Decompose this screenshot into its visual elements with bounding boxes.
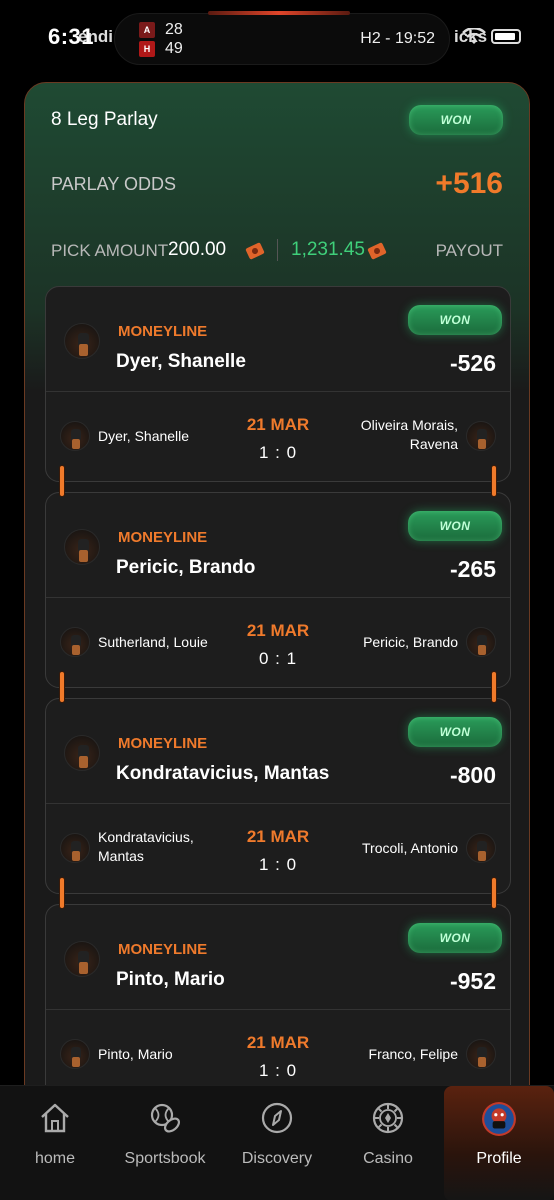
leg-connector xyxy=(59,465,65,497)
coin-icon xyxy=(367,242,387,260)
avatar-icon xyxy=(482,1102,516,1136)
leg-pick-name: Pericic, Brando xyxy=(116,557,256,578)
nav-label: home xyxy=(34,1150,76,1167)
status-bar: endi icks A 28 H 49 H2 - 19:52 6:31 xyxy=(0,0,554,76)
player-avatar xyxy=(64,529,100,565)
leg-status-badge: WON xyxy=(408,717,502,747)
leg-connector xyxy=(491,671,497,703)
team-logo-icon: A xyxy=(139,22,155,38)
player-avatar xyxy=(64,941,100,977)
nav-item-casino[interactable]: Casino xyxy=(333,1086,443,1200)
leg-away-player: Pericic, Brando xyxy=(363,634,458,650)
game-clock: H2 - 19:52 xyxy=(360,30,435,47)
leg-card[interactable]: MONEYLINE Pinto, Mario WON -952 Pinto, M… xyxy=(45,904,511,1100)
leg-divider xyxy=(46,391,510,392)
leg-pick-name: Dyer, Shanelle xyxy=(116,351,246,372)
leg-market-type: MONEYLINE xyxy=(118,529,208,546)
leg-status-badge: WON xyxy=(408,305,502,335)
amount-divider xyxy=(277,239,278,261)
leg-status-label: WON xyxy=(439,931,471,945)
parlay-card: 8 Leg Parlay WON PARLAY ODDS +516 PICK A… xyxy=(24,82,530,1112)
wifi-icon xyxy=(462,28,486,44)
parlay-odds-label: PARLAY ODDS xyxy=(51,174,177,194)
leg-pick-name: Kondratavicius, Mantas xyxy=(116,763,330,784)
leg-connector xyxy=(491,877,497,909)
coin-icon xyxy=(245,242,265,260)
player-avatar xyxy=(64,735,100,771)
leg-status-badge: WON xyxy=(408,923,502,953)
leg-pick-name: Pinto, Mario xyxy=(116,969,225,990)
home-icon xyxy=(41,1103,69,1133)
leg-connector xyxy=(59,877,65,909)
nav-item-profile[interactable]: Profile xyxy=(444,1086,554,1200)
leg-divider xyxy=(46,597,510,598)
leg-score: 0 : 1 xyxy=(258,649,298,668)
bottom-navigation: home Sportsbook Discovery Casino Profile xyxy=(0,1085,554,1200)
leg-market-type: MONEYLINE xyxy=(118,941,208,958)
payout-label: PAYOUT xyxy=(435,241,503,260)
sportsbook-icon xyxy=(150,1103,181,1133)
leg-status-label: WON xyxy=(439,313,471,327)
leg-away-player: Oliveira Morais, Ravena xyxy=(360,417,458,452)
leg-odds: -952 xyxy=(449,968,496,994)
nav-item-discovery[interactable]: Discovery xyxy=(222,1086,332,1200)
away-player-avatar xyxy=(466,627,496,657)
parlay-odds-value: +516 xyxy=(435,167,503,200)
status-time: 6:31 xyxy=(48,24,95,49)
leg-odds: -800 xyxy=(449,762,496,788)
parlay-title: 8 Leg Parlay xyxy=(51,109,158,130)
compass-icon xyxy=(261,1102,293,1134)
leg-connector xyxy=(59,671,65,703)
parlay-status-label: WON xyxy=(440,113,472,127)
nav-item-home[interactable]: home xyxy=(0,1086,110,1200)
leg-card[interactable]: MONEYLINE Dyer, Shanelle WON -526 Dyer, … xyxy=(45,286,511,482)
pick-amount-label: PICK AMOUNT xyxy=(51,241,169,260)
leg-status-label: WON xyxy=(439,519,471,533)
away-player-avatar xyxy=(466,421,496,451)
home-team-row: A 28 xyxy=(139,21,183,39)
pick-amount-value: 200.00 xyxy=(168,239,227,260)
leg-odds: -265 xyxy=(449,556,496,582)
player-avatar xyxy=(64,323,100,359)
leg-away-player: Trocoli, Antonio xyxy=(362,840,458,856)
away-player-avatar xyxy=(466,1039,496,1069)
casino-chip-icon xyxy=(372,1102,404,1134)
nav-label: Casino xyxy=(363,1150,413,1167)
nav-label: Profile xyxy=(476,1150,522,1167)
dynamic-island-live-activity[interactable]: A 28 H 49 H2 - 19:52 xyxy=(114,13,450,65)
nav-label: Sportsbook xyxy=(124,1150,206,1167)
parlay-status-badge: WON xyxy=(409,105,503,135)
leg-market-type: MONEYLINE xyxy=(118,735,208,752)
leg-score: 1 : 0 xyxy=(258,855,298,874)
leg-divider xyxy=(46,803,510,804)
leg-score: 1 : 0 xyxy=(258,1061,298,1080)
leg-odds: -526 xyxy=(449,350,496,376)
away-score: 49 xyxy=(165,40,183,57)
island-accent-bar xyxy=(208,11,350,15)
leg-away-player: Franco, Felipe xyxy=(368,1046,458,1062)
away-team-row: H 49 xyxy=(139,40,183,58)
leg-card[interactable]: MONEYLINE Pericic, Brando WON -265 Suthe… xyxy=(45,492,511,688)
nav-item-sportsbook[interactable]: Sportsbook xyxy=(110,1086,220,1200)
leg-divider xyxy=(46,1009,510,1010)
home-score: 28 xyxy=(165,21,183,38)
away-player-avatar xyxy=(466,833,496,863)
leg-market-type: MONEYLINE xyxy=(118,323,208,340)
payout-amount-value: 1,231.45 xyxy=(291,239,365,260)
nav-label: Discovery xyxy=(241,1150,313,1167)
leg-connector xyxy=(491,465,497,497)
leg-card[interactable]: MONEYLINE Kondratavicius, Mantas WON -80… xyxy=(45,698,511,894)
battery-icon xyxy=(491,29,521,44)
team-logo-icon: H xyxy=(139,41,155,57)
leg-status-badge: WON xyxy=(408,511,502,541)
leg-status-label: WON xyxy=(439,725,471,739)
